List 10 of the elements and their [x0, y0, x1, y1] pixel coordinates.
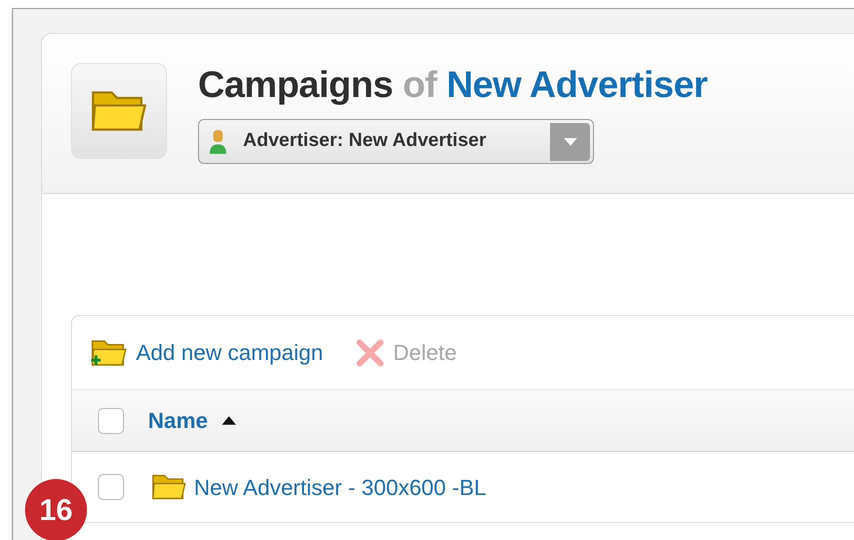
checkbox[interactable] [98, 408, 124, 434]
delete-icon [355, 338, 386, 368]
campaign-link[interactable]: New Advertiser - 300x600 -BL [194, 470, 486, 504]
page-title: Campaigns of New Advertiser [198, 63, 708, 107]
dropdown-caret-icon [550, 122, 590, 160]
add-campaign-button[interactable]: Add new campaign [90, 336, 324, 370]
advertiser-select[interactable]: Advertiser: New Advertiser [198, 119, 594, 164]
checkbox[interactable] [98, 474, 124, 500]
column-header[interactable]: Name [148, 404, 208, 437]
person-icon [207, 128, 229, 154]
